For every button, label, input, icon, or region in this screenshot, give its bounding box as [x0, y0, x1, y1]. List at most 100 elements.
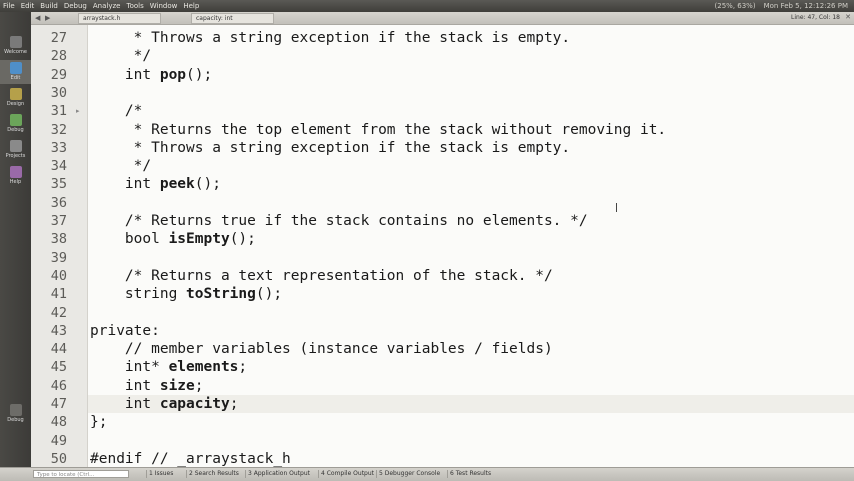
line-number: 47	[50, 396, 67, 412]
line-number: 32	[50, 121, 67, 138]
code-text: string toString();	[90, 285, 282, 303]
output-tab-4[interactable]: 4 Compile Output	[318, 470, 376, 478]
mode-label: Projects	[5, 153, 26, 159]
code-line[interactable]: int capacity;	[88, 395, 854, 413]
code-editor[interactable]: * Throws a string exception if the stack…	[88, 25, 854, 467]
code-line[interactable]: int* elements;	[88, 358, 854, 376]
code-line[interactable]	[88, 432, 854, 450]
code-line[interactable]: */	[88, 157, 854, 175]
line-number: 38	[50, 231, 67, 248]
code-line[interactable]: /*	[88, 102, 854, 120]
mode-help[interactable]: Help	[0, 164, 31, 188]
fold-marker-icon[interactable]: ▸	[76, 102, 80, 120]
code-line[interactable]: * Throws a string exception if the stack…	[88, 29, 854, 47]
code-line[interactable]: private:	[88, 322, 854, 340]
identifier: isEmpty	[168, 231, 230, 248]
code-text: /* Returns a text representation of the …	[90, 267, 553, 285]
menu-analyze[interactable]: Analyze	[90, 2, 124, 10]
code-line[interactable]: int pop();	[88, 66, 854, 84]
line-number: 31	[50, 103, 67, 120]
code-line[interactable]: bool isEmpty();	[88, 230, 854, 248]
mode-edit[interactable]: Edit	[0, 60, 31, 84]
code-line[interactable]: int peek();	[88, 175, 854, 193]
code-line[interactable]: #endif // _arraystack_h	[88, 450, 854, 468]
output-tab-5[interactable]: 5 Debugger Console	[376, 470, 442, 478]
code-token: ;	[229, 396, 239, 412]
mode-help-icon	[9, 166, 22, 178]
run-target-label: Debug	[7, 417, 24, 423]
code-token: ();	[229, 231, 256, 248]
mode-edit-icon	[9, 62, 22, 74]
code-line[interactable]: */	[88, 47, 854, 65]
code-text: // member variables (instance variables …	[90, 340, 553, 358]
code-text: int pop();	[90, 66, 212, 84]
line-number: 48	[50, 414, 67, 431]
run-target-debug[interactable]: Debug	[0, 402, 31, 426]
mode-design[interactable]: Design	[0, 86, 31, 110]
code-line[interactable]: * Returns the top element from the stack…	[88, 121, 854, 139]
code-line[interactable]	[88, 249, 854, 267]
code-line[interactable]: /* Returns true if the stack contains no…	[88, 212, 854, 230]
output-tab-1[interactable]: 1 Issues	[146, 470, 175, 478]
mode-label: Design	[6, 101, 25, 107]
output-tab-2[interactable]: 2 Search Results	[186, 470, 241, 478]
menu-file[interactable]: File	[0, 2, 18, 10]
mouse-ibeam-cursor	[616, 203, 617, 212]
menu-bar: File Edit Build Debug Analyze Tools Window Help…	[0, 0, 854, 12]
mode-debug[interactable]: Debug	[0, 112, 31, 136]
identifier: size	[159, 377, 195, 394]
nav-forward-icon[interactable]: ▶	[45, 14, 50, 22]
mode-label: Help	[9, 179, 22, 185]
mode-projects[interactable]: Projects	[0, 138, 31, 162]
code-line[interactable]: /* Returns a text representation of the …	[88, 267, 854, 285]
line-number: 33	[50, 139, 67, 156]
output-tab-6[interactable]: 6 Test Results	[447, 470, 493, 478]
symbol-selector[interactable]: capacity: int	[191, 13, 274, 24]
line-number: 34	[50, 158, 67, 175]
mode-welcome-icon	[9, 36, 22, 48]
code-text: int capacity;	[90, 395, 239, 413]
code-line[interactable]: };	[88, 413, 854, 431]
mode-label: Welcome	[4, 49, 27, 55]
code-token: /* Returns true if the stack contains no…	[90, 213, 588, 229]
line-number: 43	[50, 322, 67, 339]
nav-back-icon[interactable]: ◀	[35, 14, 40, 22]
code-token: };	[90, 414, 108, 431]
menu-window[interactable]: Window	[147, 2, 181, 10]
mode-label: Edit	[10, 75, 21, 81]
line-number: 42	[50, 304, 67, 321]
output-tab-3[interactable]: 3 Application Output	[245, 470, 312, 478]
menu-help[interactable]: Help	[180, 2, 202, 10]
mode-welcome[interactable]: Welcome	[0, 34, 31, 58]
line-number: 40	[50, 267, 67, 284]
line-number: 41	[50, 286, 67, 303]
code-line[interactable]	[88, 304, 854, 322]
menu-edit[interactable]: Edit	[18, 2, 38, 10]
code-line[interactable]: // member variables (instance variables …	[88, 340, 854, 358]
code-line[interactable]: string toString();	[88, 285, 854, 303]
code-token: */	[90, 158, 152, 175]
menu-tools[interactable]: Tools	[123, 2, 146, 10]
code-line[interactable]: * Throws a string exception if the stack…	[88, 139, 854, 157]
code-line[interactable]	[88, 194, 854, 212]
code-text: bool isEmpty();	[90, 230, 256, 248]
locator-input[interactable]: Type to locate (Ctrl...	[33, 470, 129, 478]
close-editor-icon[interactable]: ✕	[845, 13, 851, 21]
code-token: int	[90, 377, 160, 394]
code-token: /* Returns a text representation of the …	[90, 267, 553, 284]
line-number: 27	[50, 30, 67, 46]
cursor-position: Line: 47, Col: 18	[791, 14, 840, 21]
menu-build[interactable]: Build	[37, 2, 61, 10]
code-line[interactable]: int size;	[88, 377, 854, 395]
code-line[interactable]	[88, 84, 854, 102]
mode-label: Debug	[7, 127, 24, 133]
line-number: 39	[50, 249, 67, 266]
code-text: int size;	[90, 377, 204, 395]
open-file-selector[interactable]: arraystack.h	[78, 13, 162, 24]
code-token: int	[90, 66, 160, 83]
code-token: int*	[90, 359, 169, 376]
menu-debug[interactable]: Debug	[61, 2, 90, 10]
identifier: capacity	[159, 396, 230, 412]
code-token: string	[90, 286, 187, 303]
code-text: */	[90, 47, 151, 65]
